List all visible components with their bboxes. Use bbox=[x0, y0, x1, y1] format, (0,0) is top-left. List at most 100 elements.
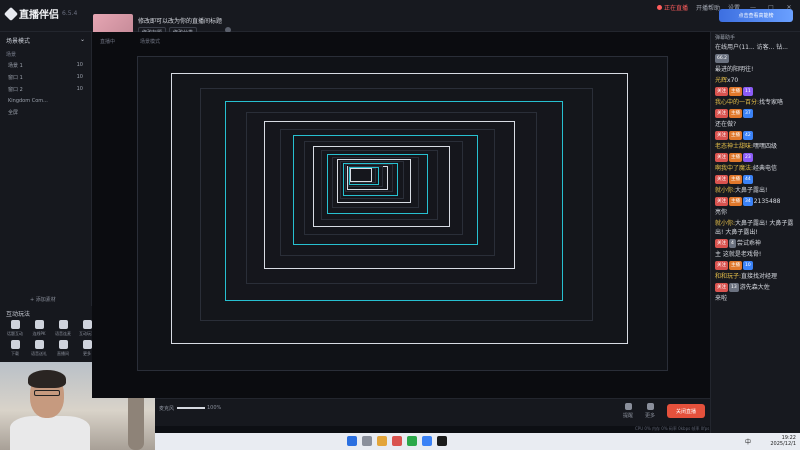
mic-volume-fill bbox=[177, 407, 205, 409]
chat-text: 直接找对经理 bbox=[741, 273, 778, 280]
chat-message: 66.2 bbox=[711, 53, 800, 64]
chat-message: 就小你:大鼻子露出! 大鼻子露出! 大鼻子露出! bbox=[711, 218, 800, 238]
tool-label: 下载 bbox=[11, 351, 19, 356]
input-method[interactable]: 中 bbox=[745, 437, 751, 446]
chat-badge: 主播 bbox=[729, 175, 742, 184]
tool-icon bbox=[82, 320, 92, 329]
scene-mode-label: 场景模式 bbox=[6, 38, 31, 45]
chat-message: 在线用户(11... 访客... 钻... bbox=[711, 42, 800, 53]
app-version: 6.5.4 bbox=[62, 10, 78, 17]
download-icon bbox=[10, 340, 20, 349]
tool-button[interactable]: 连线PK bbox=[28, 320, 50, 337]
chat-message: 我心中的一百分:找专家咯 bbox=[711, 97, 800, 108]
add-source-button[interactable]: + 添加素材 bbox=[30, 296, 56, 303]
chat-username[interactable]: 就小你: bbox=[715, 187, 735, 194]
chat-badge: 42 bbox=[743, 131, 753, 140]
chat-text: 经典电信 bbox=[753, 165, 778, 172]
chat-badge: 44 bbox=[743, 175, 753, 184]
source-item[interactable]: 窗口 2 10 bbox=[8, 84, 83, 95]
app-window: 直播伴侣 6.5.4 修改即可以改为你的直播间标题 修改标题 修改分类 正在直播… bbox=[0, 0, 800, 450]
tool-label: 语音连麦 bbox=[55, 331, 71, 336]
chat-username[interactable]: 我心中的一百分: bbox=[715, 99, 759, 106]
start-icon[interactable] bbox=[347, 436, 357, 446]
tool-button[interactable]: 语音连麦 bbox=[52, 320, 74, 337]
chat-badge: 关注 bbox=[715, 87, 728, 96]
chat-text: 亮你 bbox=[715, 209, 728, 216]
tool-button[interactable]: 语音送礼 bbox=[28, 340, 50, 357]
source-label: 窗口 1 bbox=[8, 75, 23, 81]
chat-message: 老态神士甜味:嘿嘿四级 bbox=[711, 141, 800, 152]
stop-live-button[interactable]: 关闭直播 bbox=[667, 404, 705, 418]
chat-message: 就小你:大鼻子露出! bbox=[711, 185, 800, 196]
streamer-body bbox=[10, 416, 90, 450]
chat-message: 关注 主播 42 bbox=[711, 130, 800, 141]
tool-button[interactable]: 下载 bbox=[4, 340, 26, 357]
live-title[interactable]: 修改即可以改为你的直播间标题 bbox=[138, 16, 222, 25]
chat-badge: 主播 bbox=[729, 153, 742, 162]
top-fans-banner[interactable]: 点击查看高能榜 bbox=[719, 9, 793, 22]
chat-text: 来啦 bbox=[715, 295, 728, 302]
chat-message: 来啦 bbox=[711, 293, 800, 304]
app-icon[interactable] bbox=[392, 436, 402, 446]
tool-icon bbox=[58, 320, 68, 329]
source-item[interactable]: Kingdom Com... bbox=[8, 96, 83, 106]
source-item[interactable]: 全屏 bbox=[8, 107, 83, 118]
logo-icon bbox=[3, 6, 19, 21]
chat-badge: 关注 bbox=[715, 239, 728, 248]
chat-badge: 11 bbox=[743, 87, 753, 96]
source-item[interactable]: 窗口 1 10 bbox=[8, 72, 83, 83]
chat-badge: 4 bbox=[729, 239, 736, 248]
system-clock[interactable]: 19:22 2025/12/1 bbox=[770, 435, 796, 447]
tool-label: 直播间 bbox=[57, 351, 69, 356]
live-preview[interactable]: 直播中 场景模式 bbox=[92, 32, 710, 398]
tool-icon bbox=[82, 340, 92, 349]
chat-message: 关注 4 尝试乖神 bbox=[711, 238, 800, 249]
app-logo: 直播伴侣 6.5.4 bbox=[3, 6, 78, 21]
chat-badge: 主播 bbox=[729, 87, 742, 96]
app-icon[interactable] bbox=[422, 436, 432, 446]
chat-username[interactable]: 光辉 bbox=[715, 77, 727, 84]
chat-text: 主 这就是老戏骨! bbox=[715, 251, 762, 258]
tool-icon bbox=[34, 340, 44, 349]
mic-volume-slider[interactable] bbox=[177, 407, 205, 409]
chat-badge: 10 bbox=[743, 261, 753, 270]
live-status: 正在直播 bbox=[657, 3, 688, 12]
chevron-down-icon: ⌄ bbox=[79, 36, 85, 43]
chat-badge: 13 bbox=[729, 283, 739, 292]
source-label: 全屏 bbox=[8, 110, 19, 116]
chat-badge: 23 bbox=[743, 153, 753, 162]
tool-button[interactable]: 直播间 bbox=[52, 340, 74, 357]
chat-message: 主 这就是老戏骨! bbox=[711, 249, 800, 260]
source-item[interactable]: 场景 1 10 bbox=[8, 60, 83, 71]
folder-icon[interactable] bbox=[377, 436, 387, 446]
chat-username[interactable]: 老态神士甜味: bbox=[715, 143, 753, 150]
more-button[interactable]: 更多 bbox=[641, 403, 659, 419]
chat-username[interactable]: 和和玩子: bbox=[715, 273, 741, 280]
chat-badge: 66.2 bbox=[715, 54, 730, 63]
source-value: 10 bbox=[76, 62, 83, 68]
browser-icon[interactable] bbox=[407, 436, 417, 446]
chat-message: 关注 主播 10 bbox=[711, 260, 800, 271]
live-app-icon[interactable] bbox=[437, 436, 447, 446]
chat-badge: 关注 bbox=[715, 109, 728, 118]
preview-recursive-frame bbox=[349, 168, 373, 182]
streamer-glasses bbox=[34, 390, 60, 396]
chat-text: x70 bbox=[727, 77, 739, 84]
chat-message: 关注 主播 44 bbox=[711, 174, 800, 185]
chat-header: 弹幕助手 bbox=[715, 35, 736, 41]
help-link[interactable]: 开播帮助 bbox=[696, 3, 720, 12]
scene-mode-select[interactable]: 场景模式 ⌄ bbox=[6, 36, 85, 45]
search-icon[interactable] bbox=[362, 436, 372, 446]
status-line: CPU 0% 内存 0% 码率 0kbps 帧率 0fps bbox=[635, 426, 710, 431]
tool-button[interactable]: 话题互动 bbox=[4, 320, 26, 337]
more-label: 更多 bbox=[644, 413, 655, 419]
chat-badge: 关注 bbox=[715, 283, 728, 292]
chat-badge: 主播 bbox=[729, 131, 742, 140]
scene-section-title: 场景 bbox=[6, 52, 17, 58]
chat-badge: 34 bbox=[743, 197, 753, 206]
chat-message: 关注 主播 11 bbox=[711, 86, 800, 97]
chat-username[interactable]: 啊我中了魔法: bbox=[715, 165, 753, 172]
chat-badge: 关注 bbox=[715, 153, 728, 162]
remind-button[interactable]: 提醒 bbox=[619, 403, 637, 419]
chat-username[interactable]: 就小你: bbox=[715, 220, 735, 227]
